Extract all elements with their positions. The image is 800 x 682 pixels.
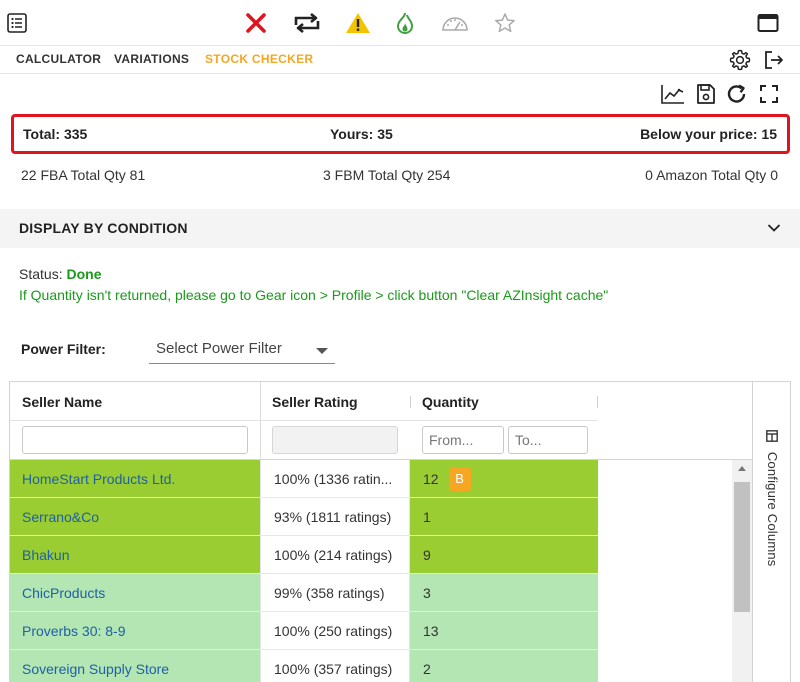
table-row[interactable]: ChicProducts 99% (358 ratings) 3 [10, 574, 598, 612]
table-row[interactable]: Proverbs 30: 8-9 100% (250 ratings) 13 [10, 612, 598, 650]
star-icon[interactable] [492, 10, 518, 36]
export-icon[interactable] [762, 48, 786, 72]
quantity-cell: 12 [423, 470, 439, 487]
seller-name-link[interactable]: HomeStart Products Ltd. [22, 471, 175, 487]
tab-calculator[interactable]: CALCULATOR [16, 52, 101, 66]
quantity-to-filter[interactable] [508, 426, 588, 454]
dropdown-arrow-icon [315, 343, 329, 357]
seller-rating-cell: 100% (357 ratings) [260, 650, 410, 682]
seller-rating-cell: 93% (1811 ratings) [260, 498, 410, 535]
table-row[interactable]: Sovereign Supply Store 100% (357 ratings… [10, 650, 598, 682]
power-filter-label: Power Filter: [21, 341, 106, 357]
seller-rating-cell: 99% (358 ratings) [260, 574, 410, 611]
seller-grid: Seller Name Seller Rating Quantity HomeS… [9, 381, 791, 682]
column-divider[interactable] [597, 396, 598, 408]
grid-header: Seller Name Seller Rating Quantity [10, 382, 752, 460]
configure-columns-label: Configure Columns [765, 451, 780, 567]
header-seller-name[interactable]: Seller Name [22, 394, 102, 410]
table-row[interactable]: Bhakun 100% (214 ratings) 9 [10, 536, 598, 574]
scrollbar-thumb[interactable] [734, 482, 750, 612]
header-seller-rating[interactable]: Seller Rating [272, 394, 358, 410]
seller-rating-cell: 100% (1336 ratin... [260, 460, 410, 497]
table-row[interactable]: HomeStart Products Ltd. 100% (1336 ratin… [10, 460, 598, 498]
repeat-icon[interactable] [291, 10, 323, 36]
chevron-down-icon[interactable] [764, 218, 784, 238]
close-icon[interactable] [243, 10, 269, 36]
list-icon[interactable] [4, 10, 30, 36]
quantity-cell: 9 [423, 546, 431, 563]
power-filter-select[interactable]: Select Power Filter [149, 334, 335, 364]
condition-title: DISPLAY BY CONDITION [19, 220, 188, 236]
tab-variations[interactable]: VARIATIONS [114, 52, 189, 66]
power-filter-placeholder: Select Power Filter [156, 340, 282, 357]
status-label: Status: [19, 266, 63, 282]
flame-icon[interactable] [392, 10, 418, 36]
below-price-count: Below your price: 15 [640, 126, 777, 142]
seller-rating-cell: 100% (214 ratings) [260, 536, 410, 573]
quantity-cell: 3 [423, 584, 431, 601]
quantity-from-filter[interactable] [422, 426, 504, 454]
status-line: Status: Done [19, 266, 101, 282]
column-divider[interactable] [260, 382, 261, 460]
column-divider[interactable] [410, 396, 411, 408]
header-divider [10, 420, 598, 421]
seller-name-link[interactable]: Proverbs 30: 8-9 [22, 623, 126, 639]
quantity-cell: 1 [423, 508, 431, 525]
scroll-up-arrow-icon[interactable] [738, 466, 746, 471]
fbm-summary: 3 FBM Total Qty 254 [323, 167, 451, 183]
vertical-scrollbar[interactable] [732, 460, 752, 682]
quantity-cell: 2 [423, 660, 431, 677]
tab-stock-checker[interactable]: STOCK CHECKER [205, 52, 313, 66]
nav-bar: CALCULATOR VARIATIONS STOCK CHECKER [0, 46, 800, 74]
buybox-badge: B [448, 466, 471, 491]
top-toolbar [0, 0, 800, 46]
seller-name-link[interactable]: Sovereign Supply Store [22, 661, 169, 677]
refresh-icon[interactable] [725, 82, 749, 106]
table-row[interactable]: Serrano&Co 93% (1811 ratings) 1 [10, 498, 598, 536]
totals-box: Total: 335 Yours: 35 Below your price: 1… [11, 114, 790, 154]
seller-name-link[interactable]: ChicProducts [22, 585, 105, 601]
status-value: Done [66, 266, 102, 282]
quantity-cell: 13 [423, 622, 439, 639]
condition-accordion[interactable]: DISPLAY BY CONDITION [0, 209, 800, 248]
seller-name-link[interactable]: Bhakun [22, 547, 69, 563]
yours-count: Yours: 35 [330, 126, 393, 142]
fullscreen-icon[interactable] [757, 82, 781, 106]
cache-hint: If Quantity isn't returned, please go to… [19, 287, 609, 303]
fba-summary: 22 FBA Total Qty 81 [21, 167, 146, 183]
chart-icon[interactable] [660, 82, 686, 106]
total-count: Total: 335 [23, 126, 88, 142]
seller-rating-cell: 100% (250 ratings) [260, 612, 410, 649]
warning-icon[interactable] [345, 10, 371, 36]
seller-name-link[interactable]: Serrano&Co [22, 509, 99, 525]
window-icon[interactable] [755, 10, 781, 36]
seller-name-filter[interactable] [22, 426, 248, 454]
seller-rating-filter [272, 426, 398, 454]
gauge-icon[interactable] [440, 10, 470, 36]
save-icon[interactable] [694, 82, 718, 106]
header-quantity[interactable]: Quantity [422, 394, 479, 410]
configure-columns-panel[interactable]: Configure Columns [752, 382, 790, 682]
gear-icon[interactable] [728, 48, 752, 72]
amazon-summary: 0 Amazon Total Qty 0 [645, 167, 778, 183]
columns-icon [765, 430, 780, 442]
grid-body: HomeStart Products Ltd. 100% (1336 ratin… [10, 460, 732, 682]
